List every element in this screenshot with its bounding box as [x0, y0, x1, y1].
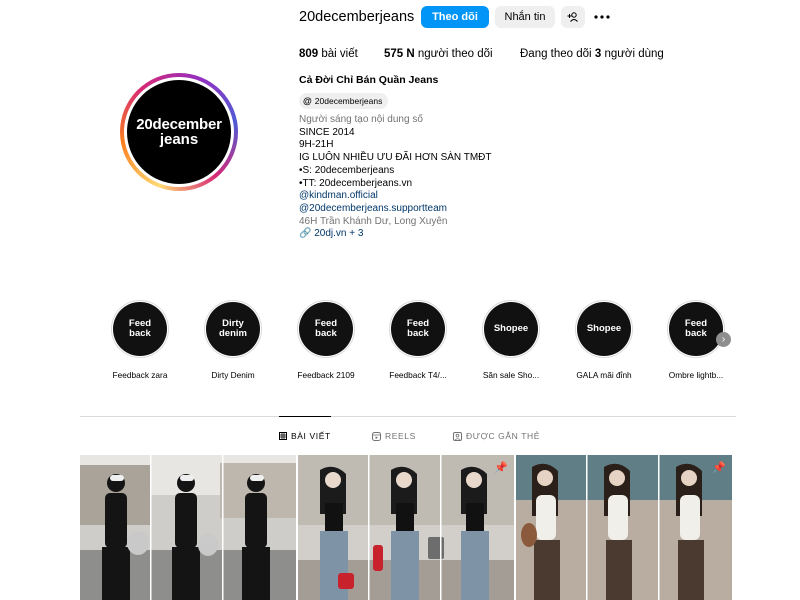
highlight-ring: Feed back	[389, 300, 447, 358]
reels-icon	[372, 431, 381, 441]
posts-count-stat: 809 bài viết	[299, 48, 358, 60]
bio-line: •TT: 20decemberjeans.vn	[299, 177, 413, 189]
threads-icon: @	[303, 96, 312, 106]
bio: Người sáng tạo nội dung số SINCE 2014 9H…	[299, 114, 492, 241]
tab-posts[interactable]: BÀI VIẾT	[279, 431, 331, 441]
profile-avatar-ring[interactable]: 20december jeans	[120, 73, 238, 191]
post-image	[80, 455, 296, 600]
highlight-cover: Feed back	[669, 302, 723, 356]
tab-reels-label: REELS	[385, 431, 416, 441]
pin-icon: 📌	[712, 462, 726, 474]
website-text: 20dj.vn + 3	[314, 228, 364, 240]
posts-label: bài viết	[321, 48, 358, 60]
more-options-button[interactable]	[592, 6, 612, 28]
highlight-label: Săn sale Sho...	[482, 370, 540, 380]
add-user-icon	[567, 12, 578, 22]
pin-icon: 📌	[494, 462, 508, 474]
website-link[interactable]: 🔗 20dj.vn + 3	[299, 228, 492, 241]
following-count: 3	[594, 48, 602, 60]
category-label: Người sáng tạo nội dung số	[299, 114, 423, 125]
highlight-ring: Dirty denim	[204, 300, 262, 358]
avatar[interactable]: 20december jeans	[127, 80, 231, 184]
post-thumbnail[interactable]: 📌	[298, 455, 514, 600]
highlight-ring: Feed back	[297, 300, 355, 358]
post-thumbnail[interactable]	[80, 455, 296, 600]
link-icon: 🔗	[299, 228, 312, 240]
highlight-item[interactable]: Feed back Feedback T4/...	[378, 300, 458, 380]
post-image	[516, 455, 732, 600]
avatar-border: 20december jeans	[124, 77, 234, 187]
highlight-item[interactable]: Feed back Feedback 2109	[286, 300, 366, 380]
chevron-right-icon: ›	[721, 334, 726, 345]
tab-tagged-label: ĐƯỢC GẮN THẺ	[466, 431, 541, 441]
highlight-label: Feedback T4/...	[389, 370, 447, 380]
avatar-text-line2: jeans	[159, 131, 199, 148]
tab-tagged[interactable]: ĐƯỢC GẮN THẺ	[453, 431, 540, 441]
followers-count: 575 N	[384, 48, 415, 60]
highlight-item[interactable]: Feed back Feedback zara	[100, 300, 180, 380]
highlight-item[interactable]: Dirty denim Dirty Denim	[193, 300, 273, 380]
highlight-ring: Feed back	[111, 300, 169, 358]
highlight-ring: Shopee	[575, 300, 633, 358]
follow-button[interactable]: Theo dõi	[421, 6, 489, 28]
highlight-cover: Feed back	[391, 302, 445, 356]
highlight-item[interactable]: Shopee GALA mãi đỉnh	[564, 300, 644, 380]
add-user-button[interactable]	[561, 6, 585, 28]
message-button[interactable]: Nhắn tin	[495, 6, 555, 28]
mention-link[interactable]: @kindman.official	[299, 190, 492, 203]
active-tab-indicator	[279, 416, 331, 417]
highlight-label: Ombre lightb...	[668, 370, 724, 380]
bio-line: IG LUÔN NHIỀU ƯU ĐÃI HƠN SÀN TMĐT	[299, 152, 492, 164]
followers-stat[interactable]: 575 N người theo dõi	[384, 48, 493, 60]
highlight-ring: Shopee	[482, 300, 540, 358]
highlight-label: Dirty Denim	[211, 370, 255, 380]
highlight-ring: Feed back	[667, 300, 725, 358]
following-label: Đang theo dõi	[520, 48, 592, 60]
highlights-next-button[interactable]: ›	[716, 332, 731, 347]
bio-line: SINCE 2014	[299, 126, 355, 138]
grid-icon	[279, 432, 287, 440]
more-horizontal-icon	[594, 15, 610, 19]
post-thumbnail[interactable]: 📌	[516, 455, 732, 600]
highlight-label: GALA mãi đỉnh	[576, 370, 632, 380]
tab-posts-label: BÀI VIẾT	[291, 431, 331, 441]
address: 46H Trần Khánh Dư, Long Xuyên	[299, 215, 448, 227]
following-stat[interactable]: Đang theo dõi 3 người dùng	[520, 48, 664, 60]
bio-line: 9H-21H	[299, 139, 334, 151]
followers-label: người theo dõi	[417, 48, 493, 60]
tagged-icon	[453, 431, 462, 441]
highlight-cover: Feed back	[299, 302, 353, 356]
avatar-text-line1: 20december	[136, 116, 222, 133]
tabs-divider	[80, 416, 736, 417]
tab-reels[interactable]: REELS	[372, 431, 416, 441]
highlight-item[interactable]: Shopee Săn sale Sho...	[471, 300, 551, 380]
highlight-cover: Dirty denim	[206, 302, 260, 356]
posts-count: 809	[299, 48, 319, 60]
username: 20decemberjeans	[299, 9, 415, 25]
highlight-cover: Shopee	[577, 302, 631, 356]
full-name: Cả Đời Chỉ Bán Quần Jeans	[299, 74, 439, 86]
following-suffix: người dùng	[604, 48, 664, 60]
highlight-label: Feedback zara	[112, 370, 168, 380]
post-image	[298, 455, 514, 600]
highlight-cover: Shopee	[484, 302, 538, 356]
highlight-cover: Feed back	[113, 302, 167, 356]
threads-badge[interactable]: @ 20decemberjeans	[299, 93, 389, 109]
threads-handle: 20decemberjeans	[314, 96, 383, 106]
bio-line: •S: 20decemberjeans	[299, 164, 395, 176]
mention-link[interactable]: @20decemberjeans.supportteam	[299, 203, 492, 216]
highlight-label: Feedback 2109	[297, 370, 355, 380]
